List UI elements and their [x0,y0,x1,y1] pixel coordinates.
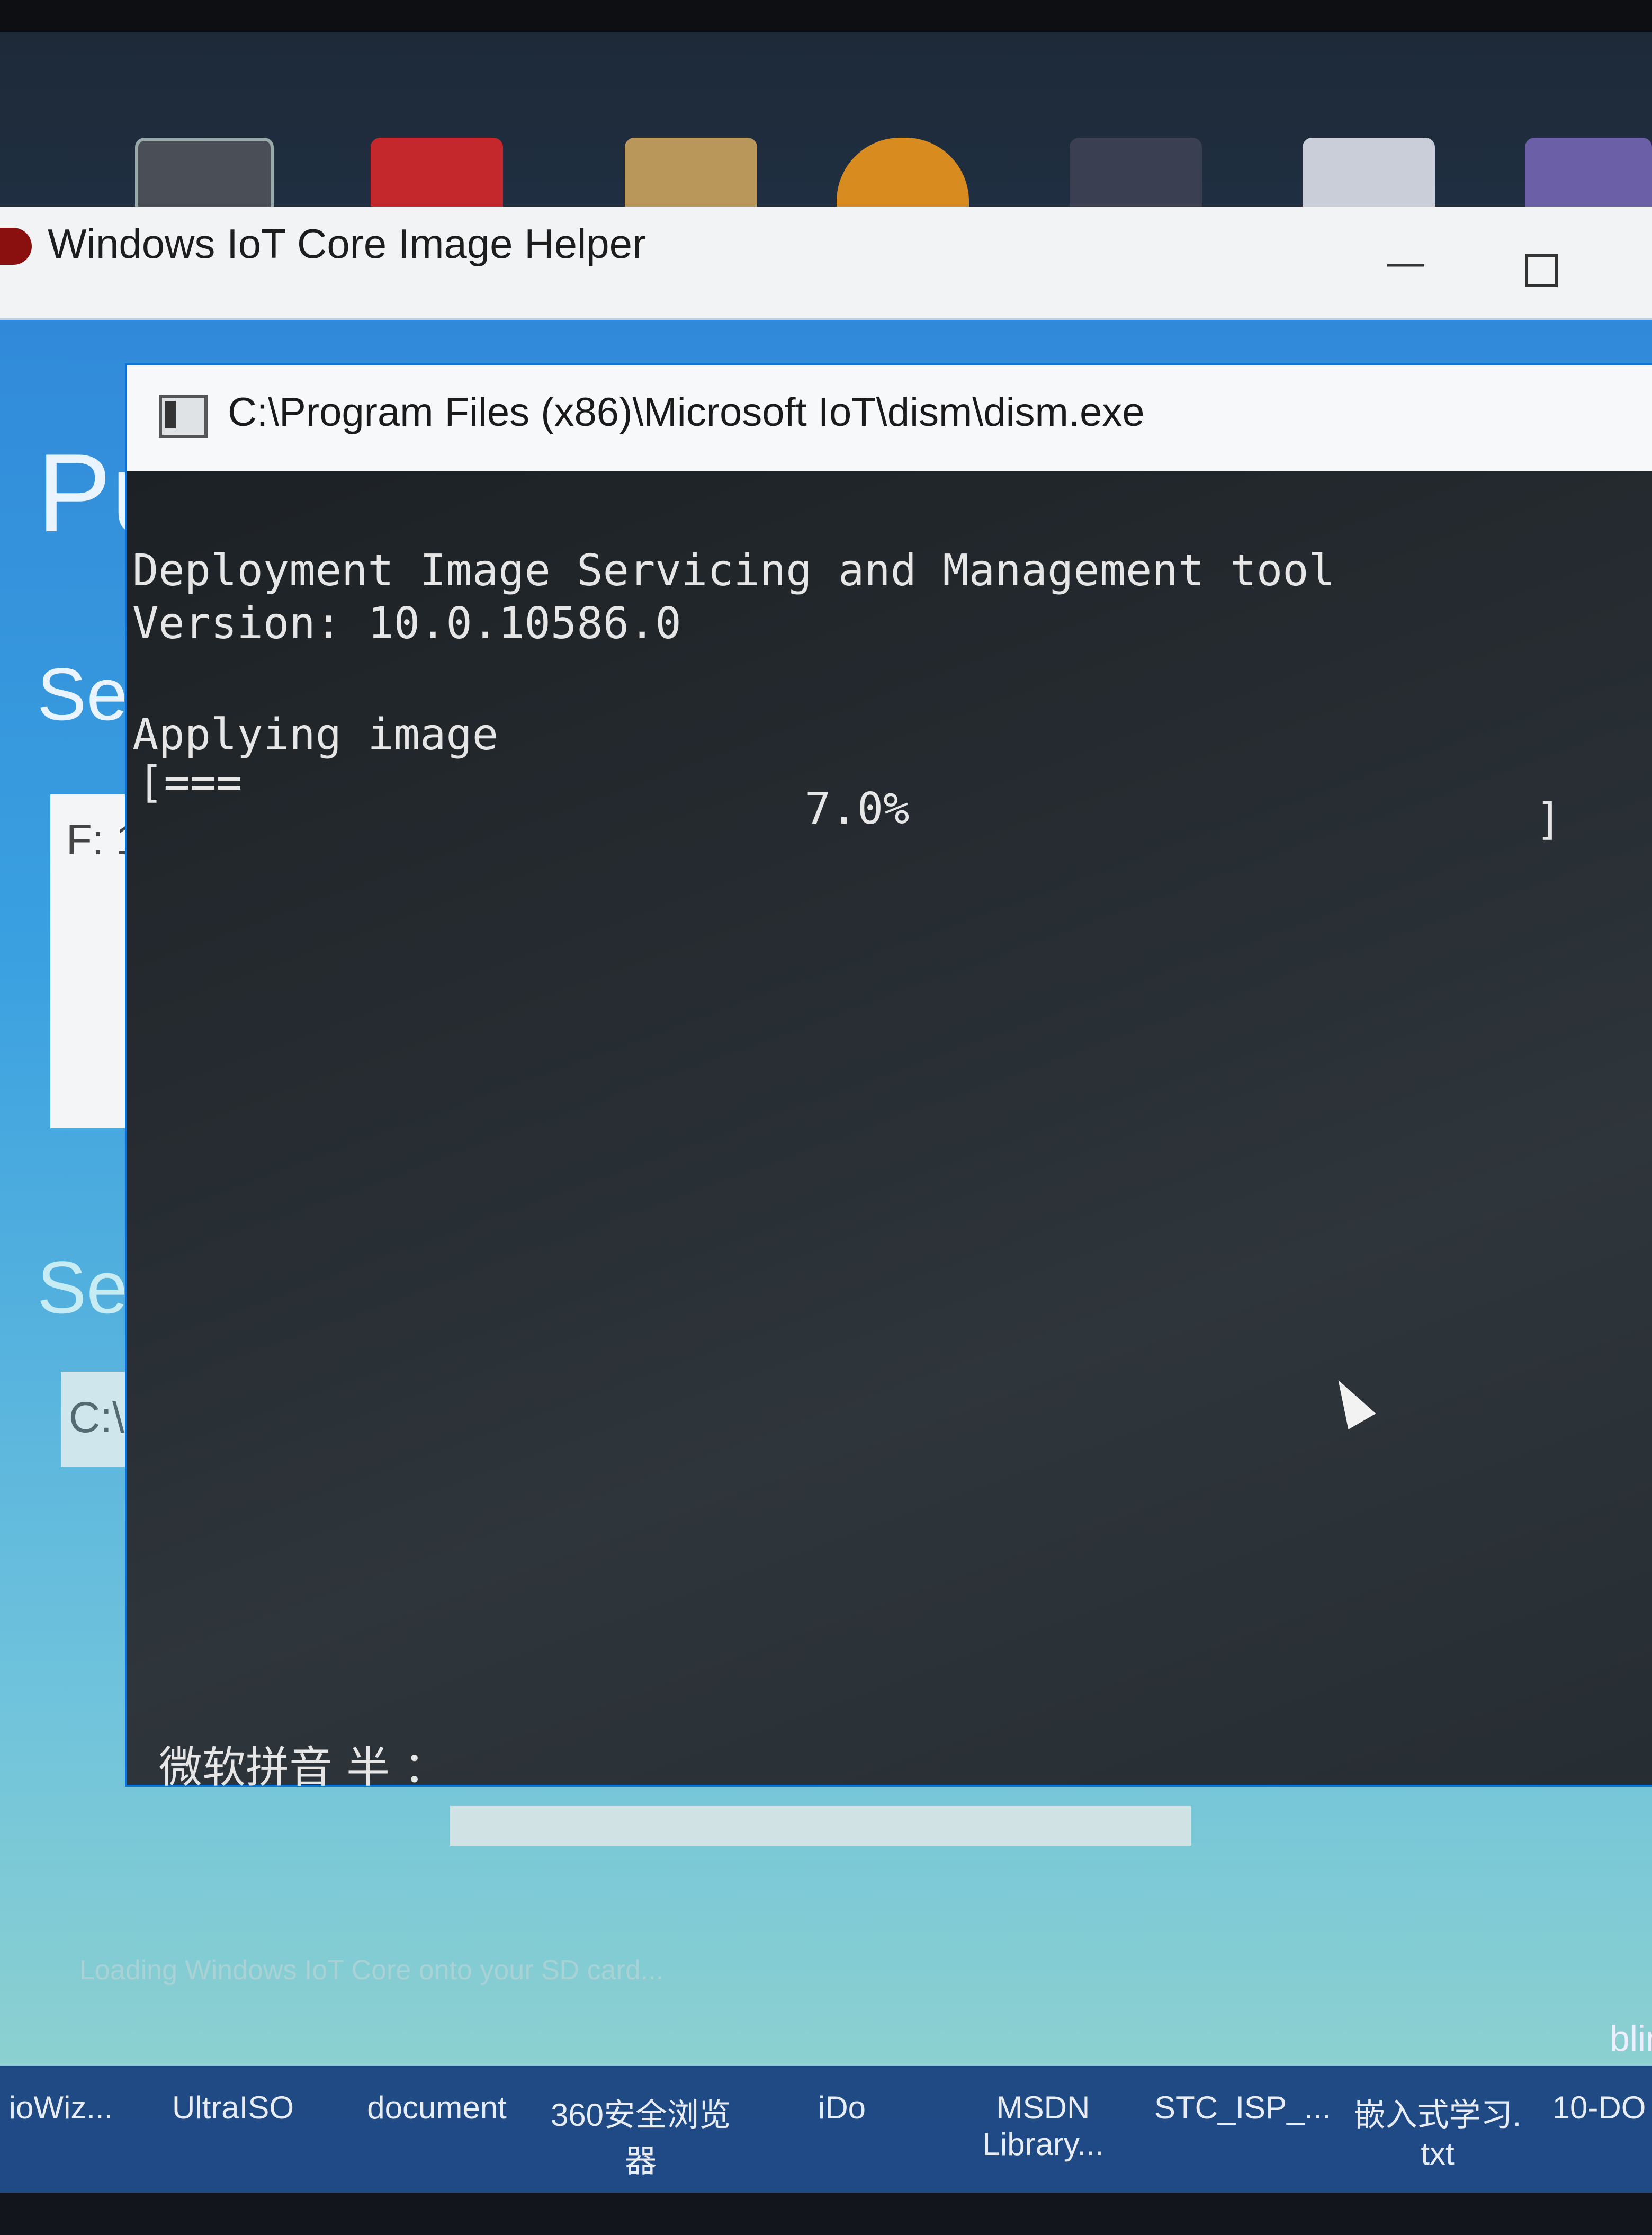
app-logo-icon [0,228,32,265]
desktop-icon-label[interactable]: STC_ISP_... [1154,2089,1331,2126]
desktop: Windows IoT Core Image Helper — Pu Sel F… [0,32,1652,2235]
ime-status: 微软拼音 半 ： [159,1742,447,1793]
desktop-icon-label[interactable]: 360安全浏览 器 [540,2089,741,2182]
desktop-icon-label[interactable]: document [349,2089,524,2126]
desktop-icon-label[interactable]: MSDN Library... [964,2089,1123,2162]
console-title: C:\Program Files (x86)\Microsoft IoT\dis… [228,390,1145,435]
console-line: Deployment Image Servicing and Managemen… [132,546,1335,596]
console-output: Deployment Image Servicing and Managemen… [127,471,1652,1793]
console-icon [159,395,208,438]
console-line: Applying image [132,710,499,760]
maximize-button[interactable] [1525,254,1558,287]
app-progress-track [450,1806,1191,1846]
progress-bar-end: ] [1536,794,1562,845]
console-titlebar[interactable]: C:\Program Files (x86)\Microsoft IoT\dis… [127,365,1652,475]
desktop-icon-label[interactable]: 10-DO [1546,2089,1652,2126]
loading-status-text: Loading Windows IoT Core onto your SD ca… [79,1955,664,1986]
desktop-icon-label[interactable]: ioWiz... [0,2089,122,2126]
progress-percent: 7.0% [805,784,910,834]
app-title: Windows IoT Core Image Helper [48,220,647,267]
minimize-button[interactable]: — [1387,244,1424,281]
desktop-icon-label[interactable]: 嵌入式学习. txt [1345,2089,1530,2172]
desktop-icon-label[interactable]: UltraISO [154,2089,312,2126]
right-edge-label-fragment: blir [1610,2018,1652,2059]
taskbar [0,2193,1652,2235]
console-line: Version: 10.0.10586.0 [132,598,681,649]
progress-bar-text: [=== [138,757,243,808]
desktop-icon-label[interactable]: iDo [778,2089,905,2126]
app-titlebar[interactable]: Windows IoT Core Image Helper — [0,207,1652,320]
dism-console-window: C:\Program Files (x86)\Microsoft IoT\dis… [127,365,1652,1793]
